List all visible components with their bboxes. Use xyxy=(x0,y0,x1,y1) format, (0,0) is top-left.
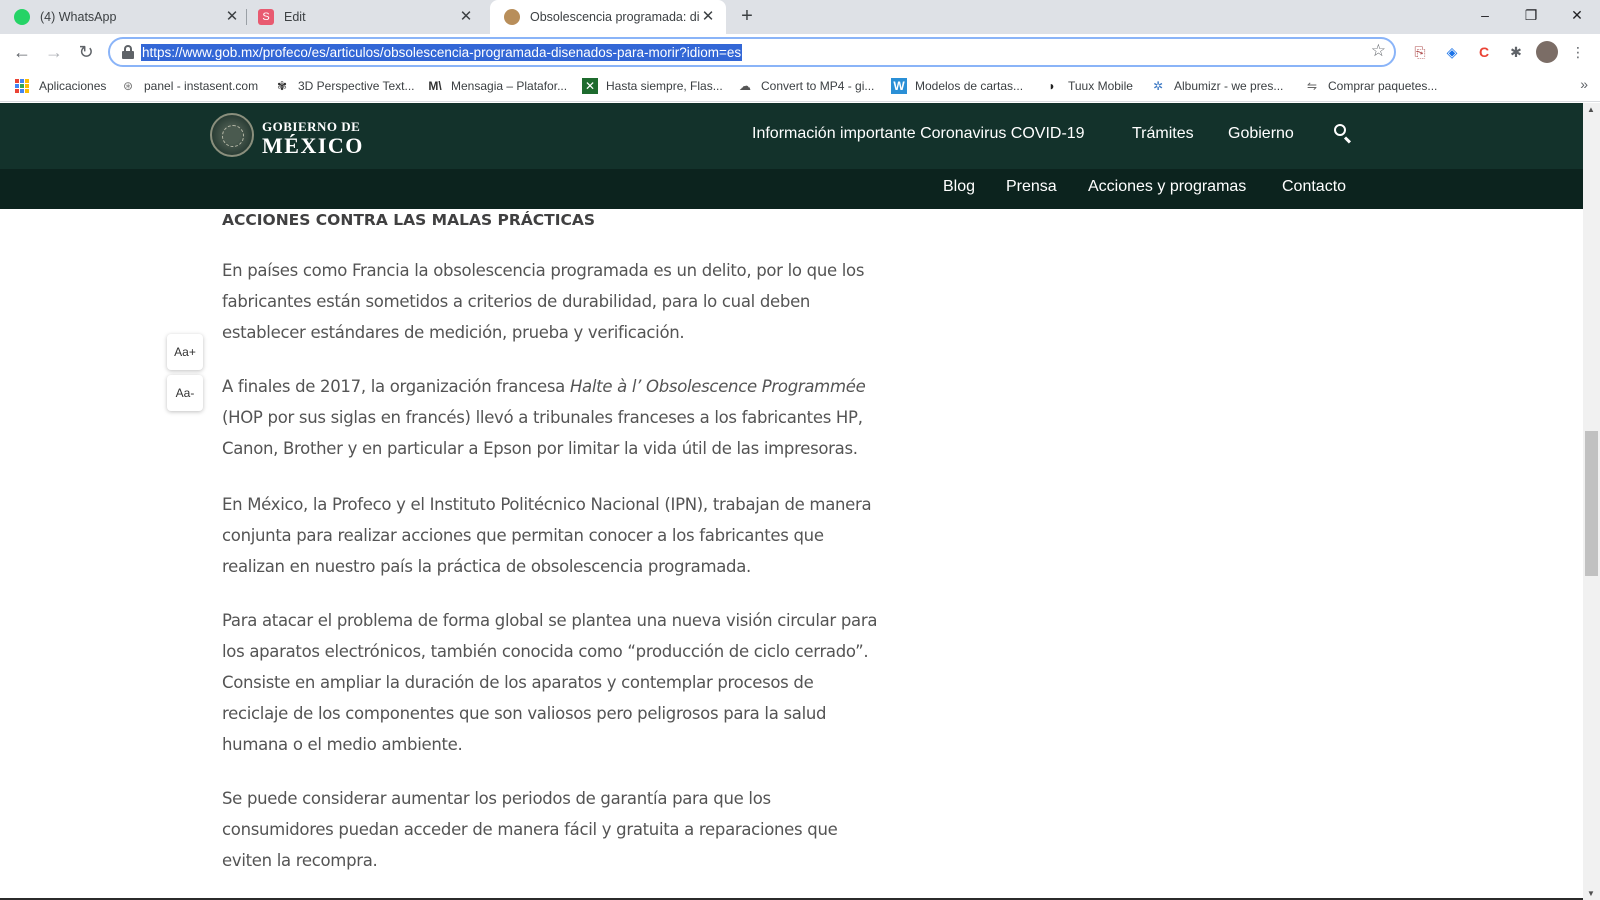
tab-obsolescencia[interactable]: Obsolescencia programada: dise ✕ xyxy=(490,0,726,34)
browser-toolbar: ← → ↻ https://www.gob.mx/profeco/es/arti… xyxy=(0,34,1600,70)
3d-text-icon: ✾ xyxy=(276,79,288,93)
forward-button[interactable]: → xyxy=(42,40,66,64)
cast-extension-icon[interactable]: ◈ xyxy=(1442,42,1462,62)
flash-icon: ✕ xyxy=(582,78,598,94)
bookmark-flash[interactable]: ✕ Hasta siempre, Flas... xyxy=(582,70,723,102)
subnav-prensa[interactable]: Prensa xyxy=(1006,178,1057,196)
increase-font-button[interactable]: Aa+ xyxy=(167,334,203,370)
paquetes-icon: ⇋ xyxy=(1306,79,1318,93)
url-text[interactable]: https://www.gob.mx/profeco/es/articulos/… xyxy=(141,44,743,61)
albumizr-icon: ✲ xyxy=(1152,79,1164,93)
scroll-up-arrow-icon[interactable]: ▲ xyxy=(1587,105,1595,114)
menu-kebab-icon[interactable]: ⋮ xyxy=(1568,42,1588,62)
tab-title: (4) WhatsApp xyxy=(40,10,117,24)
tab-whatsapp[interactable]: (4) WhatsApp ✕ xyxy=(14,0,240,34)
nav-gobierno[interactable]: Gobierno xyxy=(1228,125,1294,143)
lock-icon[interactable] xyxy=(122,45,134,59)
bookmark-label: Albumizr - we pres... xyxy=(1174,79,1284,93)
profile-avatar[interactable] xyxy=(1536,41,1558,63)
article-paragraph-4: Para atacar el problema de forma global … xyxy=(222,611,878,754)
close-tab-icon[interactable]: ✕ xyxy=(224,9,240,25)
subnav-acciones[interactable]: Acciones y programas xyxy=(1088,178,1246,196)
coat-of-arms-icon[interactable] xyxy=(210,113,254,157)
page-viewport: GOBIERNO DE MÉXICO Información important… xyxy=(0,103,1600,900)
bookmark-label: Mensagia – Platafor... xyxy=(451,79,568,93)
article-paragraph-2: A finales de 2017, la organización franc… xyxy=(222,371,882,464)
pdf-extension-icon[interactable]: ⎘ xyxy=(1410,42,1430,62)
bookmark-tuux[interactable]: ◗ Tuux Mobile xyxy=(1044,70,1133,102)
restore-button[interactable]: ❐ xyxy=(1508,0,1554,30)
organization-name: Halte à l’ Obsolescence Programmée xyxy=(569,377,866,396)
bookmarks-overflow-icon[interactable]: » xyxy=(1580,76,1588,92)
bookmark-comprar-paquetes[interactable]: ⇋ Comprar paquetes... xyxy=(1304,70,1437,102)
search-icon[interactable] xyxy=(1334,124,1354,144)
article-paragraph-5: Se puede considerar aumentar los periodo… xyxy=(222,789,838,870)
address-bar[interactable]: https://www.gob.mx/profeco/es/articulos/… xyxy=(108,37,1396,67)
nav-tramites[interactable]: Trámites xyxy=(1132,125,1194,143)
paragraph-text: A finales de 2017, la organización franc… xyxy=(222,377,570,396)
bookmark-albumizr[interactable]: ✲ Albumizr - we pres... xyxy=(1150,70,1283,102)
s-logo-icon: S xyxy=(258,9,274,25)
bookmark-label: Modelos de cartas... xyxy=(915,79,1024,93)
decrease-font-button[interactable]: Aa- xyxy=(167,375,203,411)
tab-strip: (4) WhatsApp ✕ S Edit ✕ Obsolescencia pr… xyxy=(0,0,1600,34)
close-tab-icon[interactable]: ✕ xyxy=(458,9,474,25)
mensagia-icon: M\ xyxy=(428,79,442,93)
w-icon: W xyxy=(891,78,907,94)
vertical-scrollbar[interactable]: ▲ ▼ xyxy=(1583,103,1600,900)
subnav-contacto[interactable]: Contacto xyxy=(1282,178,1346,196)
section-heading: ACCIONES CONTRA LAS MALAS PRÁCTICAS xyxy=(222,211,596,229)
bookmark-star-icon[interactable]: ☆ xyxy=(1371,41,1386,61)
tab-title: Edit xyxy=(284,10,306,24)
back-button[interactable]: ← xyxy=(10,40,34,64)
nav-covid[interactable]: Información importante Coronavirus COVID… xyxy=(752,125,1085,143)
brand-name-large[interactable]: MÉXICO xyxy=(262,133,364,159)
tab-separator xyxy=(246,9,247,25)
bookmark-label: Comprar paquetes... xyxy=(1328,79,1438,93)
scrollbar-thumb[interactable] xyxy=(1585,431,1598,576)
bookmark-modelos-cartas[interactable]: W Modelos de cartas... xyxy=(891,70,1023,102)
new-tab-button[interactable]: + xyxy=(736,6,758,28)
bookmark-label: Aplicaciones xyxy=(39,79,107,93)
profeco-icon xyxy=(504,9,520,25)
tuux-icon: ◗ xyxy=(1048,79,1056,93)
puzzle-extension-icon[interactable]: ✱ xyxy=(1506,42,1526,62)
scroll-down-arrow-icon[interactable]: ▼ xyxy=(1587,889,1595,898)
instasent-icon: ⊛ xyxy=(122,79,134,93)
bookmark-label: Convert to MP4 - gi... xyxy=(761,79,875,93)
google-extension-icon[interactable]: C xyxy=(1474,42,1494,62)
close-tab-icon[interactable]: ✕ xyxy=(700,9,716,25)
site-header: GOBIERNO DE MÉXICO Información important… xyxy=(0,103,1583,169)
whatsapp-icon xyxy=(14,9,30,25)
bookmark-3d-text[interactable]: ✾ 3D Perspective Text... xyxy=(274,70,415,102)
bookmark-label: Tuux Mobile xyxy=(1068,79,1133,93)
article-paragraph-3: En México, la Profeco y el Instituto Pol… xyxy=(222,495,872,576)
bookmark-label: Hasta siempre, Flas... xyxy=(606,79,723,93)
article-paragraph-1: En países como Francia la obsolescencia … xyxy=(222,261,865,342)
convert-icon: ☁ xyxy=(739,79,751,93)
bookmark-label: panel - instasent.com xyxy=(144,79,259,93)
apps-grid-icon xyxy=(15,79,29,93)
tab-title: Obsolescencia programada: dise xyxy=(530,10,700,24)
bookmark-mensagia[interactable]: M\ Mensagia – Platafor... xyxy=(427,70,567,102)
bookmark-apps[interactable]: Aplicaciones xyxy=(15,70,106,102)
bookmark-label: 3D Perspective Text... xyxy=(298,79,415,93)
tab-edit[interactable]: S Edit ✕ xyxy=(258,0,474,34)
reload-button[interactable]: ↻ xyxy=(74,40,98,64)
close-window-button[interactable]: ✕ xyxy=(1554,0,1600,30)
bookmarks-bar: Aplicaciones ⊛ panel - instasent.com ✾ 3… xyxy=(0,70,1600,102)
bookmark-convert-mp4[interactable]: ☁ Convert to MP4 - gi... xyxy=(737,70,874,102)
minimize-button[interactable]: – xyxy=(1462,0,1508,30)
paragraph-text: (HOP por sus siglas en francés) llevó a … xyxy=(222,408,863,458)
bookmark-instasent[interactable]: ⊛ panel - instasent.com xyxy=(120,70,258,102)
subnav-blog[interactable]: Blog xyxy=(943,178,975,196)
